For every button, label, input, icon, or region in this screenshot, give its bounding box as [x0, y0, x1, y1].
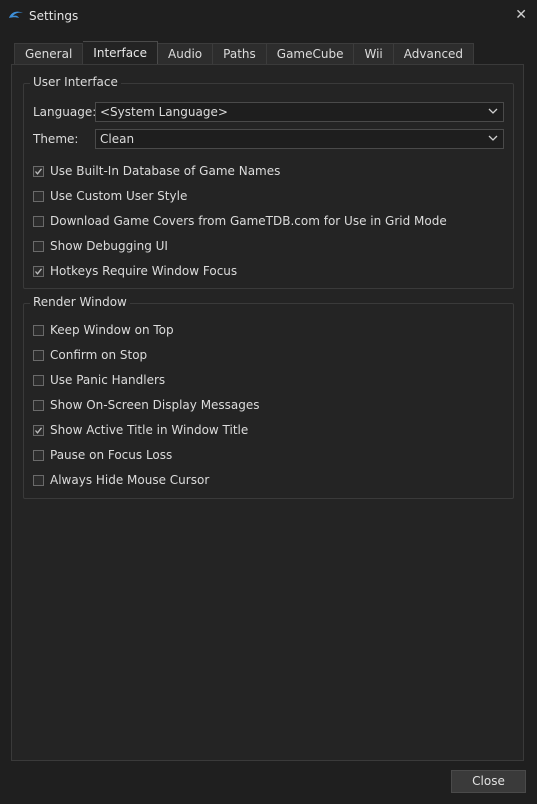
theme-dropdown[interactable]: Clean	[95, 129, 504, 149]
tab-bar: General Interface Audio Paths GameCube W…	[14, 41, 475, 64]
checkbox-unchecked-icon	[33, 324, 44, 336]
tab-paths[interactable]: Paths	[213, 43, 267, 64]
checkbox-unchecked-icon	[33, 349, 44, 361]
checkbox-unchecked-icon	[33, 399, 44, 411]
hotkeys-require-focus-label: Hotkeys Require Window Focus	[50, 264, 238, 278]
window-title: Settings	[29, 9, 79, 23]
checkbox-unchecked-icon	[33, 215, 44, 227]
show-osd-messages-label: Show On-Screen Display Messages	[50, 398, 260, 412]
language-dropdown-value: <System Language>	[100, 105, 228, 119]
theme-dropdown-value: Clean	[100, 132, 135, 146]
show-debugging-ui-label: Show Debugging UI	[50, 239, 168, 253]
dolphin-logo-icon	[9, 11, 23, 18]
interface-tab-pane: User Interface Language: <System Languag…	[11, 64, 524, 761]
tab-advanced[interactable]: Advanced	[393, 43, 475, 64]
language-label: Language:	[33, 105, 97, 119]
tab-interface[interactable]: Interface	[83, 41, 159, 64]
confirm-on-stop-label: Confirm on Stop	[50, 348, 148, 362]
download-game-covers-label: Download Game Covers from GameTDB.com fo…	[50, 214, 447, 228]
checkbox-unchecked-icon	[33, 449, 44, 461]
tab-wii[interactable]: Wii	[354, 43, 394, 64]
keep-window-on-top-checkbox[interactable]: Keep Window on Top	[33, 322, 174, 338]
keep-window-on-top-label: Keep Window on Top	[50, 323, 174, 337]
hotkeys-require-focus-checkbox[interactable]: Hotkeys Require Window Focus	[33, 263, 237, 279]
pause-on-focus-loss-checkbox[interactable]: Pause on Focus Loss	[33, 447, 172, 463]
checkbox-unchecked-icon	[33, 240, 44, 252]
user-interface-group: User Interface Language: <System Languag…	[23, 75, 514, 289]
checkbox-checked-icon	[33, 265, 44, 277]
tab-gamecube[interactable]: GameCube	[266, 43, 355, 64]
render-window-group: Render Window Keep Window on Top Confirm…	[23, 295, 514, 499]
close-button[interactable]: Close	[451, 770, 526, 793]
checkbox-checked-icon	[33, 165, 44, 177]
always-hide-cursor-label: Always Hide Mouse Cursor	[50, 473, 210, 487]
checkbox-checked-icon	[33, 424, 44, 436]
render-window-group-title: Render Window	[30, 295, 130, 309]
show-debugging-ui-checkbox[interactable]: Show Debugging UI	[33, 238, 168, 254]
title-bar: Settings ✕	[0, 0, 537, 32]
show-osd-messages-checkbox[interactable]: Show On-Screen Display Messages	[33, 397, 260, 413]
use-custom-user-style-label: Use Custom User Style	[50, 189, 188, 203]
window-close-icon[interactable]: ✕	[515, 7, 527, 23]
pause-on-focus-loss-label: Pause on Focus Loss	[50, 448, 173, 462]
use-panic-handlers-label: Use Panic Handlers	[50, 373, 166, 387]
user-interface-group-title: User Interface	[30, 75, 121, 89]
use-builtin-database-checkbox[interactable]: Use Built-In Database of Game Names	[33, 163, 280, 179]
language-dropdown[interactable]: <System Language>	[95, 102, 504, 122]
theme-label: Theme:	[33, 132, 79, 146]
chevron-down-icon	[488, 108, 498, 114]
show-active-title-checkbox[interactable]: Show Active Title in Window Title	[33, 422, 248, 438]
always-hide-cursor-checkbox[interactable]: Always Hide Mouse Cursor	[33, 472, 209, 488]
show-active-title-label: Show Active Title in Window Title	[50, 423, 249, 437]
tab-general[interactable]: General	[14, 43, 84, 64]
tab-audio[interactable]: Audio	[158, 43, 214, 64]
confirm-on-stop-checkbox[interactable]: Confirm on Stop	[33, 347, 147, 363]
checkbox-unchecked-icon	[33, 190, 44, 202]
checkbox-unchecked-icon	[33, 474, 44, 486]
use-custom-user-style-checkbox[interactable]: Use Custom User Style	[33, 188, 187, 204]
chevron-down-icon	[488, 135, 498, 141]
use-builtin-database-label: Use Built-In Database of Game Names	[50, 164, 281, 178]
use-panic-handlers-checkbox[interactable]: Use Panic Handlers	[33, 372, 165, 388]
checkbox-unchecked-icon	[33, 374, 44, 386]
download-game-covers-checkbox[interactable]: Download Game Covers from GameTDB.com fo…	[33, 213, 447, 229]
